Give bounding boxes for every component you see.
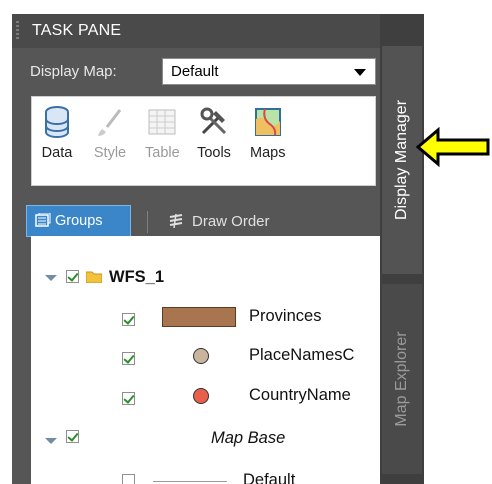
tools-icon	[200, 107, 227, 135]
display-map-select[interactable]: Default	[162, 58, 376, 85]
display-map-value: Default	[171, 63, 219, 80]
group-name: WFS_1	[109, 268, 165, 286]
brush-icon	[98, 109, 122, 136]
polygon-style-swatch	[162, 307, 236, 327]
folder-icon	[86, 271, 102, 283]
chevron-down-icon	[354, 69, 366, 76]
layer-row[interactable]: CountryName	[31, 376, 380, 416]
tab-display-manager-label: Display Manager	[393, 99, 410, 221]
groups-tab[interactable]: Groups	[26, 205, 131, 237]
layer-row[interactable]: PlaceNamesC	[31, 336, 380, 376]
task-pane: TASK PANE Display Map: Default Data Styl…	[12, 14, 380, 484]
point-style-swatch	[193, 388, 209, 404]
layer-row[interactable]: Default	[31, 461, 380, 484]
layer-row[interactable]: Provinces	[31, 297, 380, 337]
group-visibility-checkbox[interactable]	[66, 430, 79, 443]
tab-map-explorer[interactable]: Map Explorer	[382, 284, 422, 474]
group-row[interactable]: Map Base	[31, 422, 380, 462]
style-button[interactable]: Style	[93, 105, 127, 161]
ribbon-toolbar: Data Style Table Tools Maps	[31, 96, 376, 186]
drag-grip[interactable]	[16, 21, 19, 41]
draw-order-icon	[169, 213, 183, 229]
tab-separator	[147, 211, 148, 233]
table-button-label: Table	[145, 145, 180, 161]
data-button-label: Data	[41, 145, 73, 161]
point-style-swatch	[193, 348, 209, 364]
layer-name: Provinces	[249, 307, 322, 325]
task-pane-title: TASK PANE	[32, 22, 122, 39]
groups-icon	[35, 212, 51, 227]
layer-name: Default	[243, 471, 296, 484]
layer-tree: WFS_1 Provinces PlaceNamesC CountryName …	[31, 236, 380, 484]
database-icon	[45, 106, 69, 139]
expand-arrow-icon[interactable]	[45, 438, 57, 444]
table-icon	[148, 109, 176, 135]
tab-map-explorer-label: Map Explorer	[393, 331, 410, 427]
task-pane-header[interactable]: TASK PANE	[12, 14, 380, 48]
layer-name: PlaceNamesC	[249, 346, 355, 364]
layer-visibility-checkbox[interactable]	[122, 474, 135, 484]
data-button[interactable]: Data	[40, 105, 74, 161]
map-icon	[254, 108, 281, 136]
group-row[interactable]: WFS_1	[31, 260, 380, 300]
expand-arrow-icon[interactable]	[45, 275, 57, 281]
maps-button[interactable]: Maps	[250, 105, 285, 161]
table-button[interactable]: Table	[145, 105, 180, 161]
draw-order-tab[interactable]: Draw Order	[168, 213, 270, 230]
layer-visibility-checkbox[interactable]	[122, 352, 135, 365]
group-name: Map Base	[211, 429, 286, 447]
annotation-arrow-icon	[416, 127, 490, 167]
maps-button-label: Maps	[250, 145, 286, 161]
display-map-label: Display Map:	[30, 63, 117, 80]
group-visibility-checkbox[interactable]	[66, 270, 79, 283]
draw-order-tab-label: Draw Order	[192, 213, 270, 230]
layer-name: CountryName	[249, 386, 351, 404]
tools-button[interactable]: Tools	[197, 105, 231, 161]
side-tab-strip: Display Manager Map Explorer	[380, 14, 424, 484]
layer-visibility-checkbox[interactable]	[122, 392, 135, 405]
layer-visibility-checkbox[interactable]	[122, 313, 135, 326]
tools-button-label: Tools	[197, 145, 231, 161]
groups-tab-label: Groups	[55, 213, 103, 229]
style-button-label: Style	[93, 145, 127, 161]
line-style-swatch	[153, 481, 227, 482]
